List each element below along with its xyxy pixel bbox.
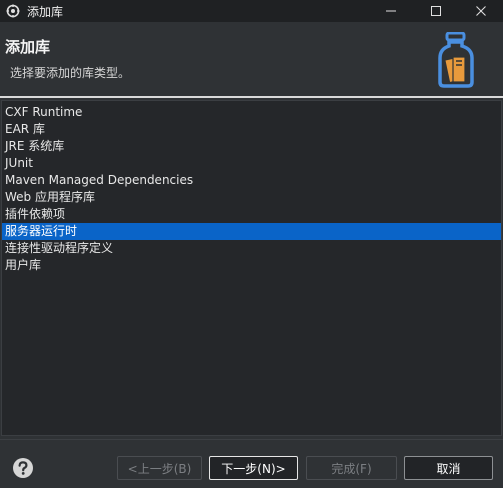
minimize-button[interactable] xyxy=(368,0,413,22)
list-item-plugin-dependencies[interactable]: 插件依赖项 xyxy=(2,206,501,223)
eclipse-gear-icon xyxy=(5,3,21,19)
next-button[interactable]: 下一步(N)> xyxy=(209,456,298,480)
list-item-connectivity-driver[interactable]: 连接性驱动程序定义 xyxy=(2,240,501,257)
list-item-web-app-library[interactable]: Web 应用程序库 xyxy=(2,189,501,206)
question-mark-icon[interactable] xyxy=(12,457,34,479)
list-item-junit[interactable]: JUnit xyxy=(2,155,501,172)
header-separator xyxy=(0,96,503,98)
close-icon xyxy=(475,6,486,16)
library-type-list[interactable]: CXF Runtime EAR 库 JRE 系统库 JUnit Maven Ma… xyxy=(1,100,502,436)
page-title: 添加库 xyxy=(5,38,51,56)
minimize-icon xyxy=(385,10,396,12)
page-description: 选择要添加的库类型。 xyxy=(10,66,131,80)
list-item-server-runtime[interactable]: 服务器运行时 xyxy=(2,223,501,240)
cancel-button[interactable]: 取消 xyxy=(404,456,493,480)
close-button[interactable] xyxy=(458,0,503,22)
maximize-icon xyxy=(430,6,441,16)
maximize-button[interactable] xyxy=(413,0,458,22)
wizard-footer: <上一步(B) 下一步(N)> 完成(F) 取消 xyxy=(0,440,503,488)
finish-button[interactable]: 完成(F) xyxy=(306,456,397,480)
window-title: 添加库 xyxy=(27,4,64,19)
wizard-header: 添加库 选择要添加的库类型。 xyxy=(0,22,503,96)
library-jar-icon xyxy=(438,32,474,88)
list-item-user-library[interactable]: 用户库 xyxy=(2,257,501,274)
list-item-maven-dependencies[interactable]: Maven Managed Dependencies xyxy=(2,172,501,189)
title-bar: 添加库 xyxy=(0,0,503,22)
window-controls xyxy=(368,0,503,22)
list-item-jre-system-library[interactable]: JRE 系统库 xyxy=(2,138,501,155)
list-item-cxf-runtime[interactable]: CXF Runtime xyxy=(2,104,501,121)
back-button[interactable]: <上一步(B) xyxy=(117,456,202,480)
list-item-ear-library[interactable]: EAR 库 xyxy=(2,121,501,138)
